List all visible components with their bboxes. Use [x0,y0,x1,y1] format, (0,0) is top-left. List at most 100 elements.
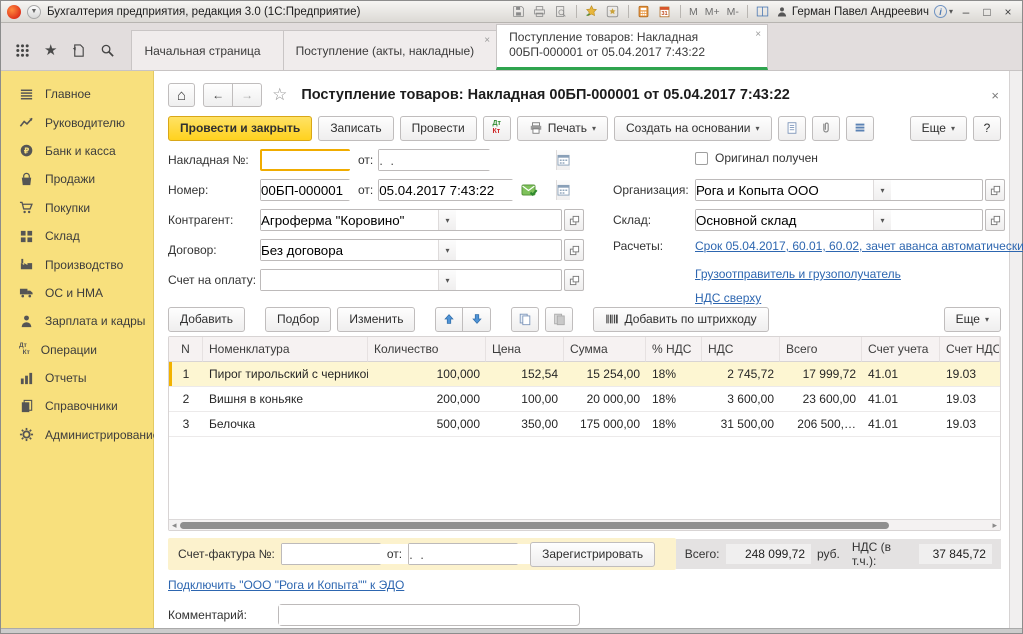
table-cell[interactable]: 15 254,00 [564,362,646,387]
warehouse-input[interactable]: ▾ [695,209,983,231]
calculator-icon[interactable] [636,4,652,19]
counterparty-input[interactable]: ▾ [260,209,562,231]
column-header[interactable]: Количество [368,337,486,362]
more-button[interactable]: Еще ▾ [910,116,967,141]
invoice-number-input[interactable] [281,543,381,565]
edit-row-button[interactable]: Изменить [337,307,415,332]
open-warehouse-button[interactable] [985,209,1005,231]
table-cell[interactable]: 100,000 [368,362,486,387]
reports-button[interactable] [846,116,874,141]
favorites-star-icon[interactable]: ★ [44,43,57,58]
save-icon[interactable] [511,4,527,19]
vertical-scrollbar[interactable] [1009,71,1022,628]
edo-status-icon[interactable] [521,183,538,197]
table-cell[interactable]: 41.01 [862,387,940,412]
table-cell[interactable]: 19.03 [940,412,1000,437]
sidebar-item-bank-cash[interactable]: ₽ Банк и касса [1,137,153,165]
minimize-button[interactable]: – [958,5,974,19]
table-cell[interactable]: 200,000 [368,387,486,412]
register-invoice-button[interactable]: Зарегистрировать [530,542,655,567]
table-cell[interactable]: 20 000,00 [564,387,646,412]
memory-minus-button[interactable]: M- [726,6,740,18]
split-window-icon[interactable] [755,4,771,19]
print-icon[interactable] [532,4,548,19]
table-cell[interactable]: 19.03 [940,387,1000,412]
table-cell[interactable]: 152,54 [486,362,564,387]
info-menu-button[interactable]: i ▾ [934,5,953,18]
table-cell[interactable]: 1 [169,362,203,387]
table-cell[interactable]: 18% [646,412,702,437]
paste-rows-button[interactable] [545,307,573,332]
table-cell[interactable]: 41.01 [862,412,940,437]
vat-mode-link[interactable]: НДС сверху [695,291,761,305]
sidebar-item-production[interactable]: Производство [1,250,153,278]
connect-edo-link[interactable]: Подключить "ООО "Рога и Копыта"" к ЭДО [168,578,404,592]
organization-input[interactable]: ▾ [695,179,983,201]
add-by-barcode-button[interactable]: Добавить по штрихкоду [593,307,768,332]
show-postings-button[interactable]: ДтКт [483,116,511,141]
table-cell[interactable]: 41.01 [862,362,940,387]
chevron-down-icon[interactable]: ▾ [438,210,456,230]
table-cell[interactable]: 18% [646,362,702,387]
contract-input[interactable]: ▾ [260,239,562,261]
comment-input[interactable] [278,604,580,626]
calendar-icon[interactable] [556,150,570,170]
sidebar-item-sales[interactable]: Продажи [1,165,153,193]
move-up-button[interactable] [435,307,463,332]
home-button[interactable]: ⌂ [168,83,195,107]
sidebar-item-warehouse[interactable]: Склад [1,222,153,250]
close-tab-icon[interactable]: × [484,35,490,46]
column-header[interactable]: Цена [486,337,564,362]
settlements-link[interactable]: Срок 05.04.2017, 60.01, 60.02, зачет ава… [695,239,1023,253]
table-cell[interactable]: 175 000,00 [564,412,646,437]
table-cell[interactable]: 23 600,00 [780,387,862,412]
open-contract-button[interactable] [564,239,584,261]
chevron-down-icon[interactable]: ▾ [873,210,891,230]
calendar-icon[interactable] [556,180,570,200]
pick-button[interactable]: Подбор [265,307,331,332]
sidebar-item-payroll-hr[interactable]: Зарплата и кадры [1,307,153,335]
current-user[interactable]: Герман Павел Андреевич [776,6,929,18]
sidebar-item-operations[interactable]: Дт Кт Операции [1,336,153,364]
sidebar-item-administration[interactable]: Администрирование [1,421,153,449]
table-cell[interactable]: 19.03 [940,362,1000,387]
open-counterparty-button[interactable] [564,209,584,231]
column-header[interactable]: N [169,337,203,362]
original-received-checkbox[interactable] [695,152,708,165]
back-button[interactable]: ← [203,83,233,107]
post-button[interactable]: Провести [400,116,477,141]
shipper-consignee-link[interactable]: Грузоотправитель и грузополучатель [695,267,901,281]
attachments-button[interactable] [812,116,840,141]
horizontal-scrollbar[interactable]: ◂ ▸ [169,519,1000,530]
column-header[interactable]: % НДС [646,337,702,362]
invoice-date-input[interactable] [378,149,490,171]
table-cell[interactable]: 2 [169,387,203,412]
scroll-right-icon[interactable]: ▸ [992,521,997,530]
history-icon[interactable] [71,43,86,58]
move-down-button[interactable] [463,307,491,332]
close-window-button[interactable]: × [1000,5,1016,19]
forward-button[interactable]: → [233,83,262,107]
tab-goods-receipt-document[interactable]: Поступление товаров: Накладная 00БП-0000… [496,24,768,70]
invoice-no-input[interactable] [260,149,350,171]
create-based-on-button[interactable]: Создать на основании ▾ [614,116,772,141]
chevron-down-icon[interactable]: ▾ [873,180,891,200]
doc-date-input[interactable] [378,179,513,201]
add-row-button[interactable]: Добавить [168,307,245,332]
table-row[interactable]: 3 Белочка 500,000 350,00 175 000,00 18% … [169,412,1000,437]
table-cell[interactable]: 3 [169,412,203,437]
search-icon[interactable] [100,43,115,58]
payment-account-input[interactable]: ▾ [260,269,562,291]
post-and-close-button[interactable]: Провести и закрыть [168,116,312,141]
tab-home[interactable]: Начальная страница [131,30,283,70]
memory-plus-button[interactable]: M+ [704,6,721,18]
table-cell[interactable]: 350,00 [486,412,564,437]
table-cell[interactable]: 100,00 [486,387,564,412]
scroll-left-icon[interactable]: ◂ [172,521,177,530]
calendar-icon[interactable]: 31 [657,4,673,19]
open-payment-account-button[interactable] [564,269,584,291]
number-input[interactable] [260,179,350,201]
sidebar-item-directories[interactable]: Справочники [1,392,153,420]
table-cell[interactable]: Вишня в коньяке [203,387,368,412]
sidebar-item-fixed-assets[interactable]: ОС и НМА [1,279,153,307]
